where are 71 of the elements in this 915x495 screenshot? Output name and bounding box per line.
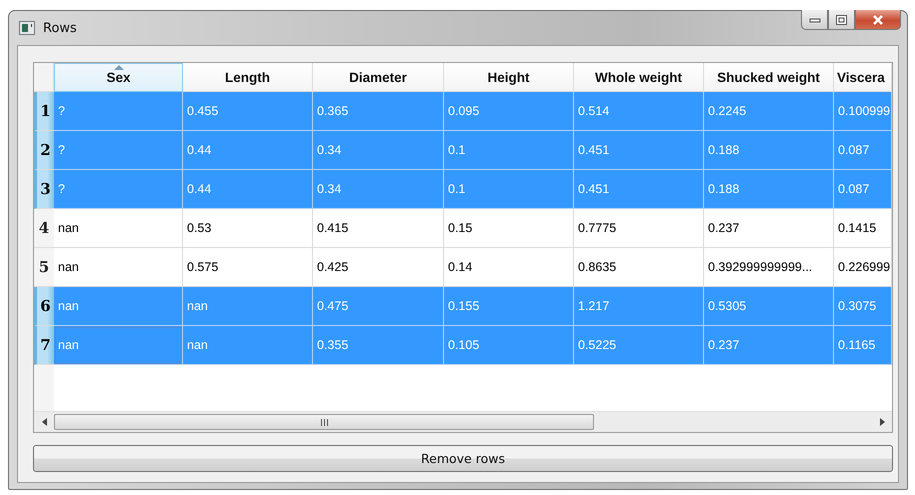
sort-arrow-icon (112, 65, 124, 70)
table-cell: 0.087 (834, 170, 892, 209)
scroll-left-icon[interactable] (42, 418, 46, 426)
remove-rows-button[interactable]: Remove rows (33, 445, 893, 472)
table-cell: 0.415 (313, 209, 444, 248)
table-cell: 0.7775 (574, 209, 704, 248)
table-cell: ? (54, 92, 183, 131)
table-cell: 0.100999 (834, 92, 892, 131)
table-cell: 0.237 (704, 209, 834, 248)
close-icon (872, 14, 884, 24)
table-cell: 0.155 (444, 287, 574, 326)
table-cell: nan (183, 287, 313, 326)
table-cell: 0.1 (444, 131, 574, 170)
table-cell: nan (54, 209, 183, 248)
table-cell: 0.451 (574, 131, 704, 170)
table-cell: 0.355 (313, 326, 444, 365)
row-header[interactable]: 1 (34, 92, 54, 131)
table-cell: 1.217 (574, 287, 704, 326)
table-cell: 0.095 (444, 92, 574, 131)
row-header[interactable]: 4 (34, 209, 54, 248)
table-cell: 0.087 (834, 131, 892, 170)
table-cell: 0.188 (704, 131, 834, 170)
window-title: Rows (43, 20, 77, 36)
table-cell: 0.365 (313, 92, 444, 131)
table-cell: 0.237 (704, 326, 834, 365)
table-cell: nan (54, 287, 183, 326)
maximize-icon (836, 14, 847, 24)
minimize-button[interactable] (801, 10, 828, 30)
table-cell: 0.5305 (704, 287, 834, 326)
table-cell: 0.455 (183, 92, 313, 131)
scroll-right-icon[interactable] (880, 418, 884, 426)
window-icon (19, 21, 35, 35)
table-cell: 0.1 (444, 170, 574, 209)
table-cell: 0.44 (183, 131, 313, 170)
table-cell: 0.5225 (574, 326, 704, 365)
table-cell: 0.15 (444, 209, 574, 248)
row-header[interactable]: 6 (34, 287, 54, 326)
row-header[interactable]: 3 (34, 170, 54, 209)
column-header[interactable]: Whole weight (574, 63, 704, 92)
table-cell: 0.1415 (834, 209, 892, 248)
table-cell: 0.451 (574, 170, 704, 209)
table-cell: 0.105 (444, 326, 574, 365)
table-cell: 0.514 (574, 92, 704, 131)
table-cell: 0.2245 (704, 92, 834, 131)
table-cell: 0.44 (183, 170, 313, 209)
scrollbar-thumb[interactable] (54, 414, 594, 430)
grip-icon (320, 418, 328, 426)
horizontal-scrollbar[interactable] (34, 411, 892, 432)
row-header[interactable]: 5 (34, 248, 54, 287)
maximize-button[interactable] (828, 10, 855, 30)
table-cell: ? (54, 170, 183, 209)
table-cell: nan (183, 326, 313, 365)
table-cell: 0.1165 (834, 326, 892, 365)
row-header[interactable]: 2 (34, 131, 54, 170)
row-header[interactable]: 7 (34, 326, 54, 365)
minimize-icon (808, 16, 820, 22)
column-header[interactable]: Shucked weight (704, 63, 834, 92)
table-cell: 0.53 (183, 209, 313, 248)
column-header[interactable]: Height (444, 63, 574, 92)
table-cell: 0.34 (313, 131, 444, 170)
column-header[interactable]: Length (183, 63, 313, 92)
table-cell: 0.475 (313, 287, 444, 326)
close-button[interactable] (855, 10, 901, 30)
column-header[interactable]: Sex (54, 63, 183, 92)
column-header[interactable]: Viscera (834, 63, 892, 92)
table-cell: 0.34 (313, 170, 444, 209)
table-cell: 0.188 (704, 170, 834, 209)
table-cell: ? (54, 131, 183, 170)
column-header[interactable]: Diameter (313, 63, 444, 92)
table-cell: 0.3075 (834, 287, 892, 326)
table-cell: nan (54, 326, 183, 365)
